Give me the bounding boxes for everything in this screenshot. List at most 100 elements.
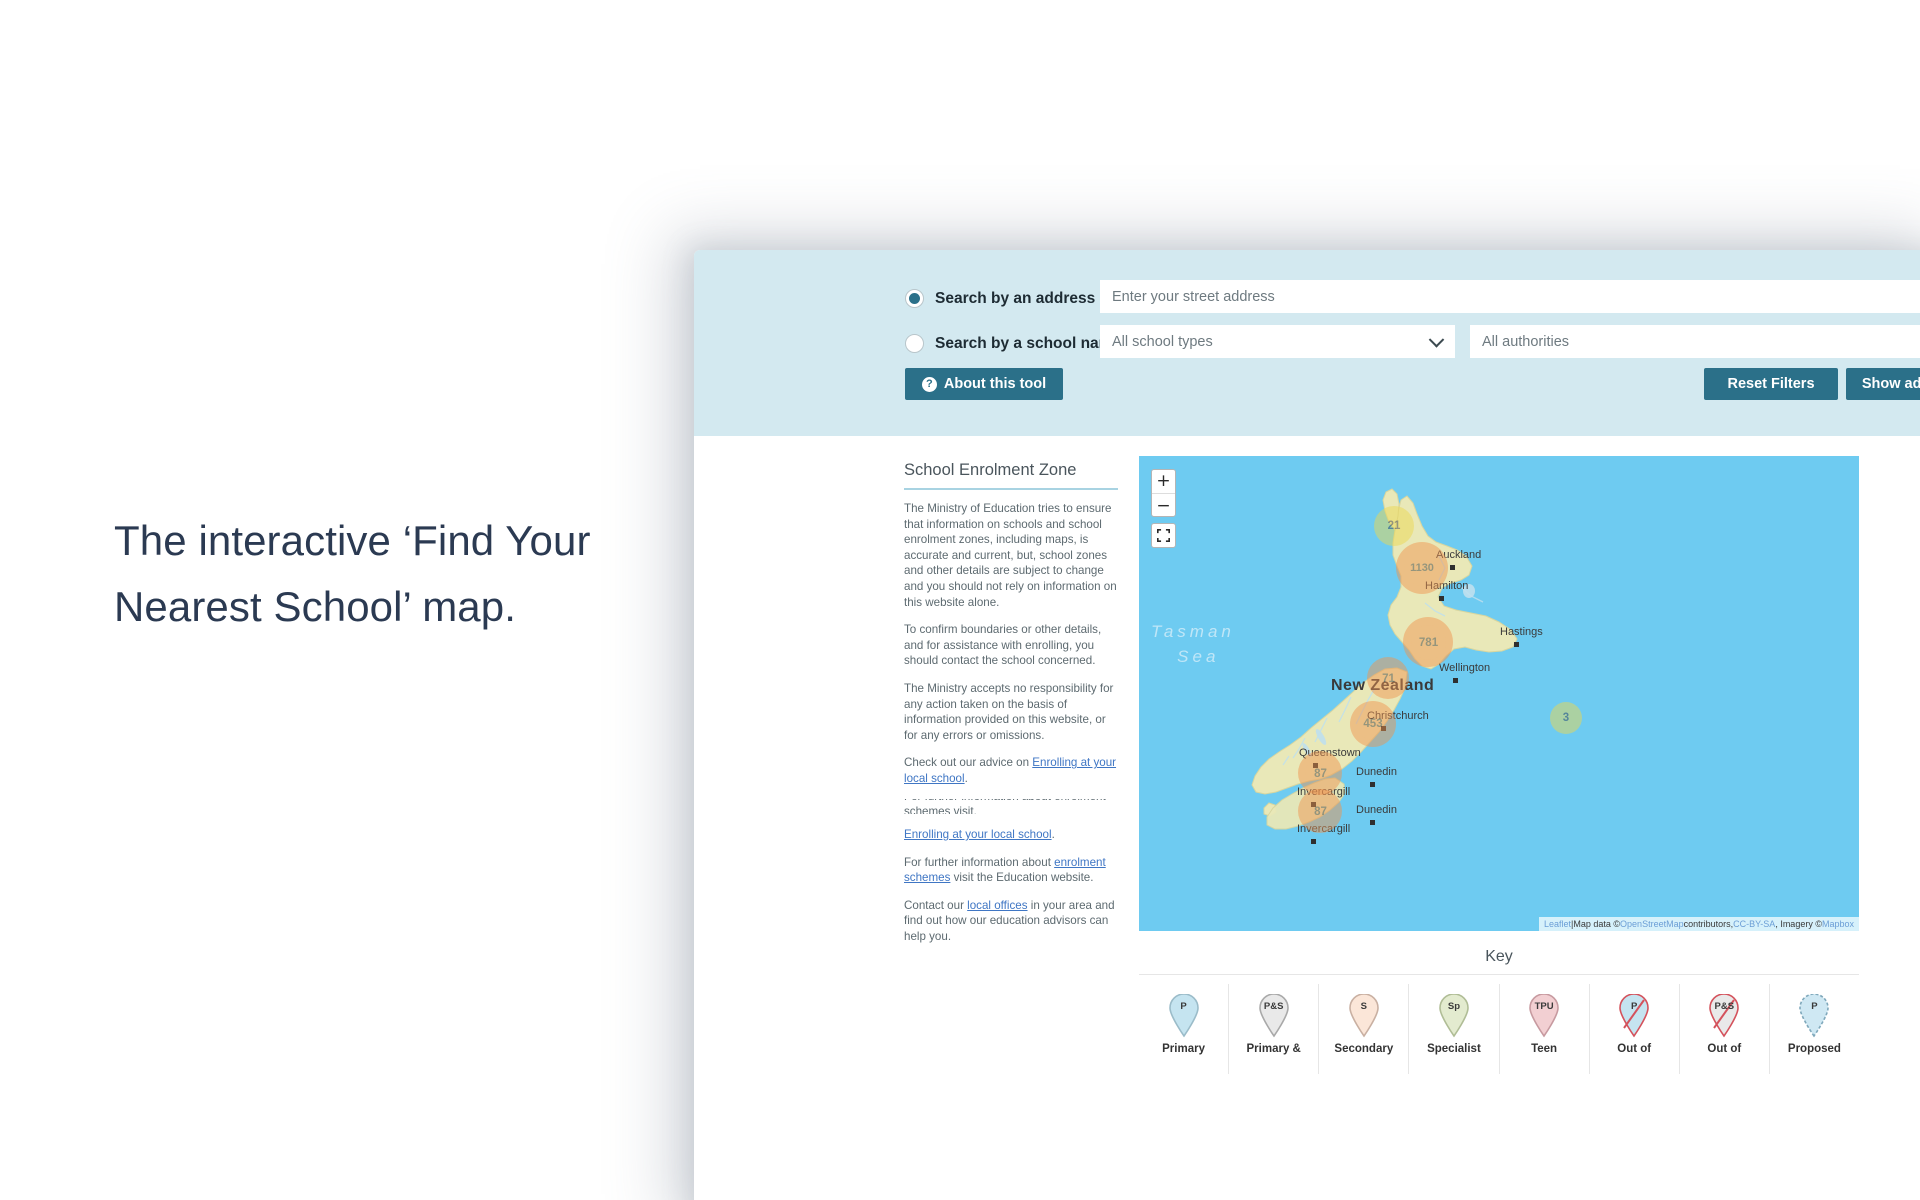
city-dot: [1439, 596, 1444, 601]
info-paragraph-6: For further information about enrolment …: [904, 855, 1118, 886]
radio-search-by-address[interactable]: Search by an address: [905, 289, 1095, 308]
info-paragraph-5-clipped: For further information about enrolment …: [904, 799, 1118, 815]
map-pin-code: Sp: [1447, 1001, 1460, 1012]
map-pin-code: TPU: [1534, 1001, 1554, 1012]
map-attribution: Leaflet | Map data © OpenStreetMap contr…: [1539, 917, 1859, 931]
address-input-placeholder: Enter your street address: [1112, 288, 1275, 305]
city-label: Wellington: [1439, 662, 1491, 674]
authority-select[interactable]: All authorities: [1470, 325, 1920, 358]
map-pin-code: P: [1811, 1001, 1818, 1012]
city-dot: [1514, 642, 1519, 647]
info-paragraph-3: The Ministry accepts no responsibility f…: [904, 681, 1114, 742]
key-item: Sp Specialist: [1408, 984, 1498, 1074]
key-item: P&S Primary &: [1228, 984, 1318, 1074]
key-item: P Out of: [1588, 984, 1679, 1074]
fullscreen-glyph: [1157, 529, 1170, 542]
fullscreen-icon[interactable]: [1151, 523, 1176, 548]
key-item-label: Teen: [1531, 1043, 1558, 1055]
key-item-label: Primary &: [1246, 1043, 1301, 1055]
city-dot: [1370, 820, 1375, 825]
openstreetmap-link[interactable]: OpenStreetMap: [1620, 919, 1684, 929]
mapbox-link[interactable]: Mapbox: [1822, 919, 1854, 929]
map-cluster-count: 1130: [1404, 550, 1440, 586]
map-cluster-marker[interactable]: 453: [1350, 701, 1396, 747]
school-map[interactable]: Tasman Sea New Zealand Auckland Hamilton H…: [1139, 456, 1859, 931]
map-zoom-controls[interactable]: + −: [1151, 469, 1176, 517]
radio-search-by-school-name[interactable]: Search by a school name: [905, 334, 1121, 353]
map-cluster-count: 21: [1380, 512, 1408, 540]
leaflet-link[interactable]: Leaflet: [1544, 919, 1571, 929]
attrib-contrib: contributors,: [1683, 919, 1734, 929]
school-enrolment-zone-info: School Enrolment Zone The Ministry of Ed…: [904, 461, 1118, 957]
card-body: School Enrolment Zone The Ministry of Ed…: [694, 436, 1920, 1200]
advanced-button-label: Show advanced search: [1861, 376, 1920, 392]
map-cluster-marker[interactable]: 781: [1403, 617, 1453, 667]
city-label: Dunedin: [1356, 804, 1397, 816]
enrolling-at-your-local-school-link-2[interactable]: Enrolling at your local school: [904, 828, 1052, 841]
city-dot: [1450, 565, 1455, 570]
info-paragraph-7: Contact our local offices in your area a…: [904, 898, 1118, 945]
city-dot: [1453, 678, 1458, 683]
about-button-label: About this tool: [943, 376, 1047, 392]
chevron-down-icon: [1428, 331, 1445, 348]
about-this-tool-button[interactable]: ? About this tool: [905, 368, 1063, 400]
map-cluster-marker[interactable]: 87: [1298, 789, 1342, 833]
address-search-input[interactable]: Enter your street address: [1100, 280, 1920, 313]
info-paragraph-4: Check out our advice on Enrolling at you…: [904, 755, 1118, 786]
key-divider: [1139, 974, 1859, 975]
city-dot: [1311, 839, 1316, 844]
map-pin-code: P&S: [1263, 1001, 1284, 1012]
page-headline: The interactive ‘Find Your Nearest Schoo…: [114, 517, 591, 630]
map-pin-code: S: [1360, 1001, 1367, 1012]
map-pin-icon: P: [1617, 994, 1651, 1038]
radio-address-indicator[interactable]: [905, 289, 924, 308]
map-cluster-marker[interactable]: 71: [1367, 657, 1409, 699]
zoom-out-button[interactable]: −: [1152, 494, 1175, 516]
key-item: P Primary: [1139, 984, 1228, 1074]
key-legend: P Primary P&S Primary & S Secondary Sp Speciali…: [1139, 984, 1859, 1074]
show-advanced-search-button[interactable]: Show advanced search: [1846, 368, 1920, 400]
find-your-nearest-school-card: Search by an address Search by a school …: [694, 250, 1920, 1200]
info-p4-post: .: [964, 771, 968, 785]
map-cluster-count: 87: [1305, 758, 1336, 789]
info-paragraph-2: To confirm boundaries or other details, …: [904, 623, 1102, 668]
map-cluster-marker[interactable]: 3: [1550, 702, 1582, 734]
key-item-label: Out of: [1707, 1043, 1742, 1055]
map-cluster-marker[interactable]: 1130: [1396, 542, 1448, 594]
info-p6-pre: For further information about: [904, 855, 1055, 869]
school-type-select[interactable]: All school types: [1100, 325, 1455, 358]
key-title: Key: [1485, 948, 1513, 965]
info-title-underline: [904, 488, 1118, 490]
key-item-label: Primary: [1162, 1043, 1205, 1055]
map-cluster-count: 453: [1357, 708, 1389, 740]
map-pin-icon: P: [1167, 994, 1201, 1038]
map-cluster-count: 781: [1411, 625, 1446, 660]
info-p6-post: visit the Education website.: [950, 871, 1094, 885]
info-p4-pre: Check out our advice on: [904, 756, 1033, 770]
cc-by-sa-link[interactable]: CC-BY-SA: [1733, 919, 1775, 929]
key-item-label: Out of: [1617, 1043, 1652, 1055]
new-zealand-landmass: [1251, 488, 1518, 830]
key-item-label: Secondary: [1334, 1043, 1394, 1055]
map-cluster-count: 3: [1555, 707, 1577, 729]
info-p5-ghost-text: For further information about enrolment …: [904, 799, 1106, 815]
map-pin-icon: Sp: [1437, 994, 1471, 1038]
school-type-value: All school types: [1112, 333, 1213, 350]
info-p7-pre: Contact our: [904, 898, 968, 912]
local-offices-link[interactable]: local offices: [967, 899, 1027, 912]
map-cluster-marker[interactable]: 21: [1374, 506, 1414, 546]
map-pin-code: P: [1180, 1001, 1187, 1012]
map-pin-code: P&S: [1714, 1001, 1735, 1012]
key-item-label: Specialist: [1427, 1043, 1481, 1055]
info-title: School Enrolment Zone: [904, 461, 1077, 479]
zoom-in-button[interactable]: +: [1152, 470, 1175, 494]
reset-filters-button[interactable]: Reset Filters: [1704, 368, 1838, 400]
map-pin-icon: P&S: [1257, 994, 1291, 1038]
radio-schoolname-indicator[interactable]: [905, 334, 924, 353]
attrib-imagery: , Imagery ©: [1775, 919, 1822, 929]
map-pin-icon: S: [1347, 994, 1381, 1038]
info-paragraph-5b: Enrolling at your local school.: [904, 827, 1118, 843]
map-cluster-count: 87: [1305, 796, 1336, 827]
info-p5-post: .: [1051, 828, 1055, 842]
info-paragraph-1: The Ministry of Education tries to ensur…: [904, 502, 1117, 609]
